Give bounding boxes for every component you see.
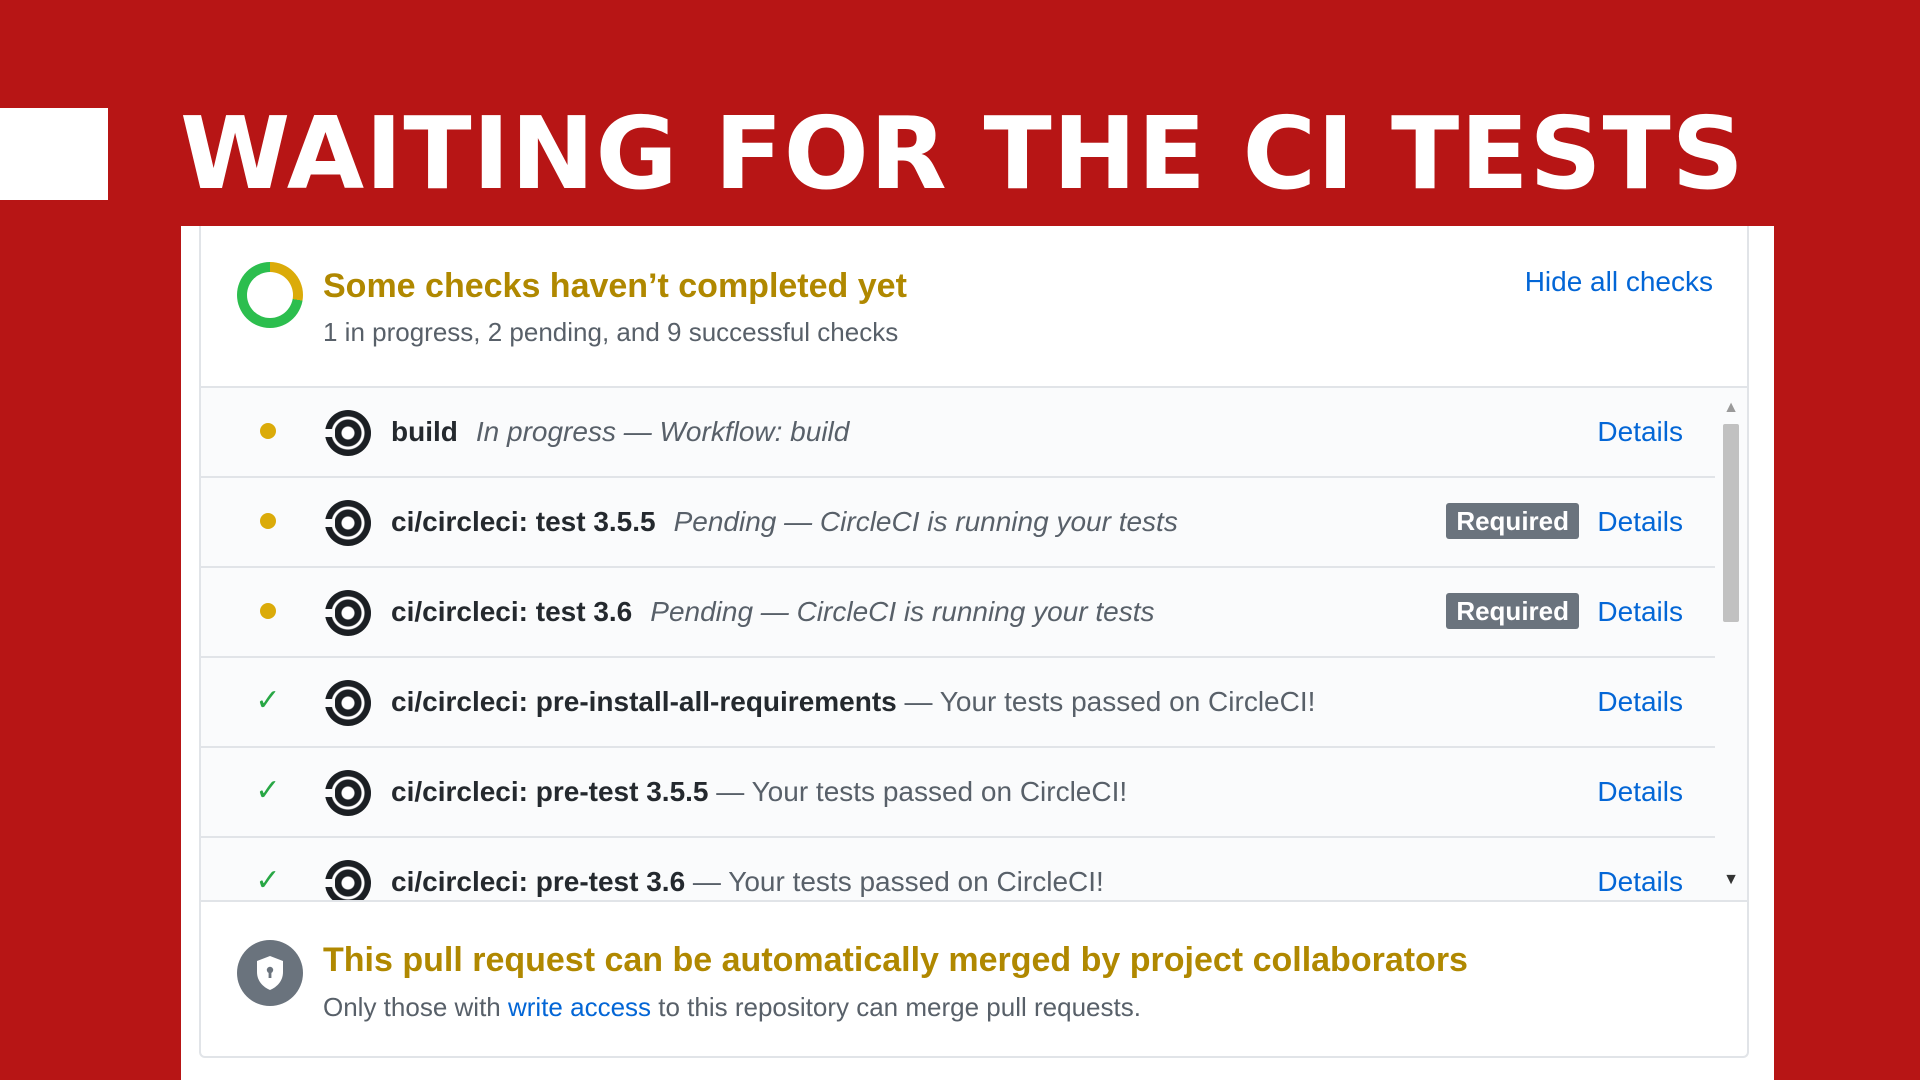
check-row: ✓ ci/circleci: pre-install-all-requireme… (201, 658, 1717, 748)
write-access-link[interactable]: write access (508, 992, 651, 1022)
check-row: ✓ ci/circleci: pre-test 3.6 — Your tests… (201, 838, 1717, 900)
scroll-up-arrow-icon[interactable]: ▲ (1715, 396, 1747, 420)
details-link[interactable]: Details (1597, 748, 1683, 836)
check-description: — Your tests passed on CircleCI! (708, 776, 1128, 807)
scrollbar-thumb[interactable] (1723, 424, 1739, 622)
progress-ring-icon (237, 262, 303, 328)
check-name: build (391, 416, 458, 447)
decorative-block (0, 108, 108, 200)
check-name: ci/circleci: test 3.5.5 (391, 506, 656, 537)
check-icon: ✓ (255, 684, 281, 717)
circleci-logo-icon (321, 770, 371, 816)
shield-lock-icon (237, 940, 303, 1006)
check-row: ✓ ci/circleci: pre-test 3.5.5 — Your tes… (201, 748, 1717, 838)
slide-title: WAITING FOR THE CI TESTS (180, 95, 1745, 212)
check-text: ci/circleci: test 3.5.5 Pending — CircleC… (391, 478, 1178, 566)
pending-dot-icon (253, 416, 283, 446)
check-description: Pending — CircleCI is running your tests (673, 506, 1178, 537)
check-row: build In progress — Workflow: build Detai… (201, 388, 1717, 478)
circleci-logo-icon (321, 590, 371, 636)
pending-dot-icon (253, 596, 283, 626)
details-link[interactable]: Details (1597, 388, 1683, 476)
check-row: ci/circleci: test 3.5.5 Pending — CircleC… (201, 478, 1717, 568)
circleci-logo-icon (321, 410, 371, 456)
check-description: In progress — Workflow: build (475, 416, 850, 447)
scroll-down-arrow-icon[interactable]: ▼ (1715, 868, 1747, 892)
checks-status-summary: 1 in progress, 2 pending, and 9 successf… (323, 317, 899, 347)
required-badge: Required (1446, 593, 1579, 629)
details-link[interactable]: Details (1597, 568, 1683, 656)
check-icon: ✓ (255, 774, 281, 807)
checks-scrollbar[interactable]: ▲ ▼ (1715, 388, 1747, 900)
merge-description: Only those with write access to this rep… (323, 990, 1141, 1024)
check-description: Pending — CircleCI is running your tests (650, 596, 1155, 627)
hide-all-checks-link[interactable]: Hide all checks (1525, 262, 1713, 302)
merge-info: This pull request can be automatically m… (201, 902, 1747, 1056)
check-text: ci/circleci: pre-test 3.5.5 — Your tests… (391, 748, 1127, 836)
merge-title: This pull request can be automatically m… (323, 941, 1468, 979)
check-name: ci/circleci: pre-test 3.5.5 (391, 776, 709, 807)
circleci-logo-icon (321, 500, 371, 546)
details-link[interactable]: Details (1597, 838, 1683, 900)
check-description: — Your tests passed on CircleCI! (896, 686, 1316, 717)
circleci-logo-icon (321, 680, 371, 726)
check-row: ci/circleci: test 3.6 Pending — CircleCI … (201, 568, 1717, 658)
merge-desc-text: Only those with (323, 992, 508, 1022)
checks-status-title: Some checks haven’t completed yet (323, 267, 907, 305)
checks-list: build In progress — Workflow: build Detai… (201, 386, 1747, 902)
pending-dot-icon (253, 506, 283, 536)
check-icon: ✓ (255, 864, 281, 897)
checks-status-header: Some checks haven’t completed yet 1 in p… (201, 226, 1747, 386)
check-name: ci/circleci: pre-test 3.6 (391, 866, 686, 897)
circleci-logo-icon (321, 860, 371, 900)
check-text: build In progress — Workflow: build (391, 388, 849, 476)
check-text: ci/circleci: test 3.6 Pending — CircleCI … (391, 568, 1154, 656)
check-name: ci/circleci: test 3.6 (391, 596, 633, 627)
merge-desc-text: to this repository can merge pull reques… (651, 992, 1141, 1022)
check-text: ci/circleci: pre-install-all-requirement… (391, 658, 1315, 746)
details-link[interactable]: Details (1597, 658, 1683, 746)
details-link[interactable]: Details (1597, 478, 1683, 566)
check-description: — Your tests passed on CircleCI! (685, 866, 1104, 897)
check-text: ci/circleci: pre-test 3.6 — Your tests p… (391, 838, 1104, 900)
required-badge: Required (1446, 503, 1579, 539)
merge-status-card: Some checks haven’t completed yet 1 in p… (199, 226, 1749, 1058)
check-name: ci/circleci: pre-install-all-requirement… (391, 686, 897, 717)
